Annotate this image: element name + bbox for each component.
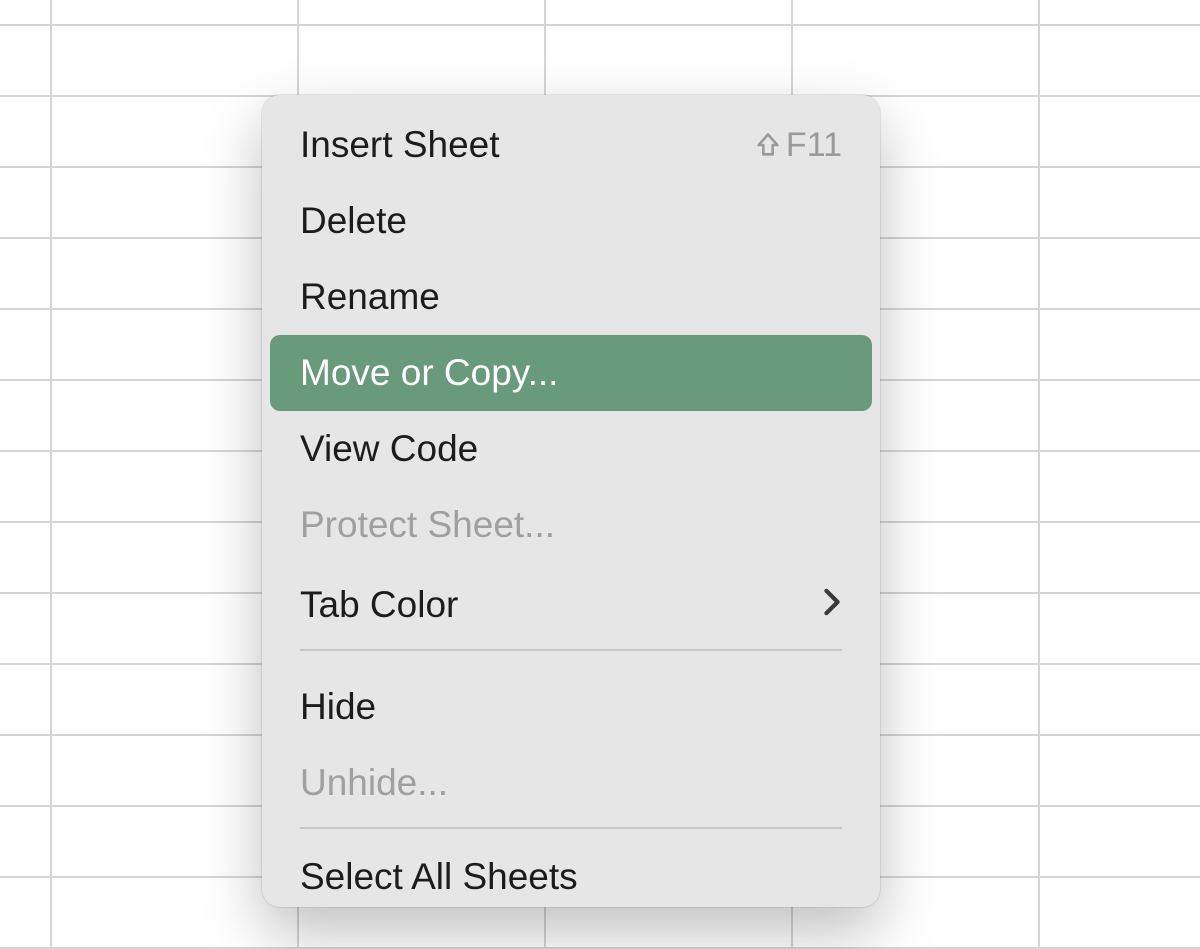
menu-item-delete[interactable]: Delete [270,183,872,259]
grid-cell[interactable] [1040,452,1200,523]
grid-cell[interactable] [1040,310,1200,381]
grid-cell[interactable] [299,0,546,26]
grid-cell[interactable] [1040,97,1200,168]
menu-item-label: Unhide... [300,762,448,804]
menu-item-select-all-sheets[interactable]: Select All Sheets [270,847,872,907]
menu-item-hide[interactable]: Hide [270,669,872,745]
grid-cell[interactable] [1040,736,1200,807]
menu-separator [300,649,842,651]
shift-icon [754,131,782,159]
menu-item-tab-color[interactable]: Tab Color [270,567,872,643]
grid-cell[interactable] [0,807,52,878]
sheet-tab-context-menu: Insert Sheet F11 Delete Rename Move or C… [262,95,880,907]
grid-cell[interactable] [1040,878,1200,949]
grid-cell[interactable] [1040,0,1200,26]
grid-cell[interactable] [0,523,52,594]
grid-cell[interactable] [0,665,52,736]
grid-cell[interactable] [0,452,52,523]
menu-item-view-code[interactable]: View Code [270,411,872,487]
menu-item-unhide: Unhide... [270,745,872,821]
grid-cell[interactable] [0,239,52,310]
grid-cell[interactable] [1040,523,1200,594]
menu-item-label: Hide [300,686,376,728]
menu-item-label: Protect Sheet... [300,504,555,546]
menu-item-label: Rename [300,276,440,318]
menu-item-label: Select All Sheets [300,856,578,898]
grid-cell[interactable] [0,168,52,239]
grid-cell[interactable] [0,310,52,381]
grid-cell[interactable] [0,381,52,452]
menu-item-move-or-copy[interactable]: Move or Copy... [270,335,872,411]
grid-cell[interactable] [546,0,793,26]
grid-cell[interactable] [0,736,52,807]
grid-cell[interactable] [1040,239,1200,310]
menu-item-label: Move or Copy... [300,352,558,394]
grid-cell[interactable] [546,26,793,97]
menu-item-label: Tab Color [300,584,458,626]
grid-cell[interactable] [0,878,52,949]
grid-cell[interactable] [793,0,1040,26]
menu-item-label: Delete [300,200,407,242]
grid-cell[interactable] [1040,807,1200,878]
grid-cell[interactable] [1040,168,1200,239]
chevron-right-icon [822,586,842,625]
keyboard-shortcut: F11 [754,126,842,165]
grid-cell[interactable] [0,594,52,665]
grid-cell[interactable] [793,26,1040,97]
menu-separator [300,827,842,829]
grid-cell[interactable] [0,97,52,168]
grid-cell[interactable] [299,26,546,97]
grid-cell[interactable] [1040,665,1200,736]
menu-item-protect-sheet: Protect Sheet... [270,487,872,563]
grid-cell[interactable] [0,26,52,97]
grid-cell[interactable] [52,26,299,97]
grid-cell[interactable] [0,0,52,26]
grid-cell[interactable] [1040,594,1200,665]
shortcut-key: F11 [786,126,842,165]
grid-cell[interactable] [52,0,299,26]
menu-item-insert-sheet[interactable]: Insert Sheet F11 [270,107,872,183]
grid-cell[interactable] [1040,381,1200,452]
menu-item-label: View Code [300,428,478,470]
menu-item-rename[interactable]: Rename [270,259,872,335]
grid-cell[interactable] [1040,26,1200,97]
menu-item-label: Insert Sheet [300,124,500,166]
